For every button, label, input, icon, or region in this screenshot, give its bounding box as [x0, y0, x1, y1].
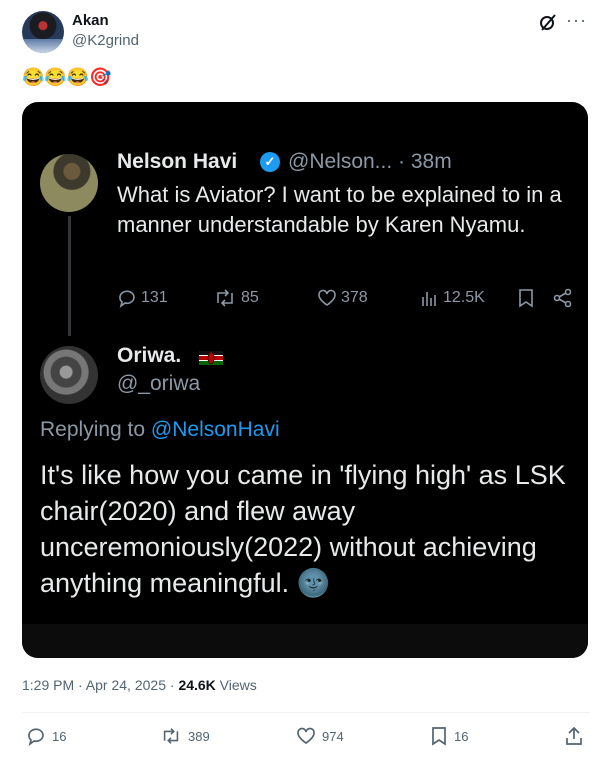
repost-button[interactable]: 389: [160, 726, 210, 746]
quoted-reply-count: 131: [141, 289, 168, 306]
bookmark-count: 16: [454, 728, 469, 744]
timestamp[interactable]: 1:29 PM · Apr 24, 2025: [22, 677, 166, 693]
author-handle[interactable]: @K2grind: [72, 32, 139, 49]
quoted-repost-stat: 85: [213, 288, 259, 308]
share-icon: [566, 726, 582, 745]
kenya-flag-icon: [199, 351, 223, 365]
quoted-repost-count: 85: [241, 289, 259, 306]
repost-count: 389: [188, 728, 210, 744]
quoted-views-stat: 12.5K: [421, 288, 485, 308]
thread-line: [68, 216, 71, 336]
divider: [22, 712, 590, 713]
verified-badge-icon: ✓: [260, 152, 280, 172]
author-avatar[interactable]: [22, 11, 64, 53]
views-count: 24.6K: [178, 677, 216, 693]
screenshot-bottom-strip: [22, 624, 588, 658]
heart-icon: [297, 727, 315, 745]
more-options-icon[interactable]: ···: [566, 10, 587, 31]
like-button[interactable]: 974: [296, 726, 344, 746]
repost-icon: [217, 289, 233, 307]
tweet: Akan @K2grind ··· 😂😂😂🎯 Nelson Havi ✓ @Ne…: [0, 0, 616, 762]
author-name[interactable]: Akan: [72, 12, 109, 29]
reply-icon: [119, 290, 135, 308]
reply-icon: [28, 728, 44, 746]
quoted-views-count: 12.5K: [443, 289, 485, 306]
reply-tweet-text: It's like how you came in 'flying high' …: [40, 460, 566, 598]
bookmark-button[interactable]: 16: [430, 726, 468, 746]
quoted-like-stat: 378: [317, 288, 368, 308]
quoted-like-count: 378: [341, 289, 368, 306]
reply-author-handle: @_oriwa: [117, 372, 201, 395]
quoted-tweet-text: What is Aviator? I want to be explained …: [117, 182, 562, 237]
reply-button[interactable]: 16: [26, 726, 66, 746]
tweet-actions: 16 389 974 16: [0, 726, 616, 752]
quoted-reply-stat: 131: [117, 288, 168, 308]
share-button[interactable]: [564, 726, 584, 746]
replying-to-mention: @NelsonHavi: [150, 418, 280, 441]
tweet-text: 😂😂😂🎯: [22, 67, 112, 87]
views-label: Views: [215, 677, 257, 693]
replying-to: Replying to @NelsonHavi: [40, 418, 280, 442]
replying-to-prefix: Replying to: [40, 418, 151, 441]
quoted-author-name: Nelson Havi: [117, 150, 238, 173]
reply-author-name: Oriwa.: [117, 344, 182, 367]
share-icon: [553, 288, 572, 308]
heart-icon: [318, 289, 336, 306]
embedded-screenshot[interactable]: Nelson Havi ✓ @Nelson... · 38m What is A…: [22, 102, 588, 658]
quoted-author-handle: @Nelson... · 38m: [288, 150, 452, 173]
tweet-meta: 1:29 PM · Apr 24, 2025 · 24.6K Views: [22, 677, 257, 693]
views-icon: [422, 292, 436, 306]
reply-count: 16: [52, 728, 67, 744]
bookmark-icon: [519, 289, 533, 308]
nelson-avatar: [40, 154, 98, 212]
oriwa-avatar: [40, 346, 98, 404]
meta-separator: ·: [165, 677, 179, 693]
like-count: 974: [322, 728, 344, 744]
quoted-tweet-actions: 131 85 378 12.5K: [117, 288, 577, 310]
bookmark-icon: [432, 727, 446, 746]
repost-icon: [163, 728, 179, 744]
grok-icon[interactable]: [538, 12, 558, 32]
